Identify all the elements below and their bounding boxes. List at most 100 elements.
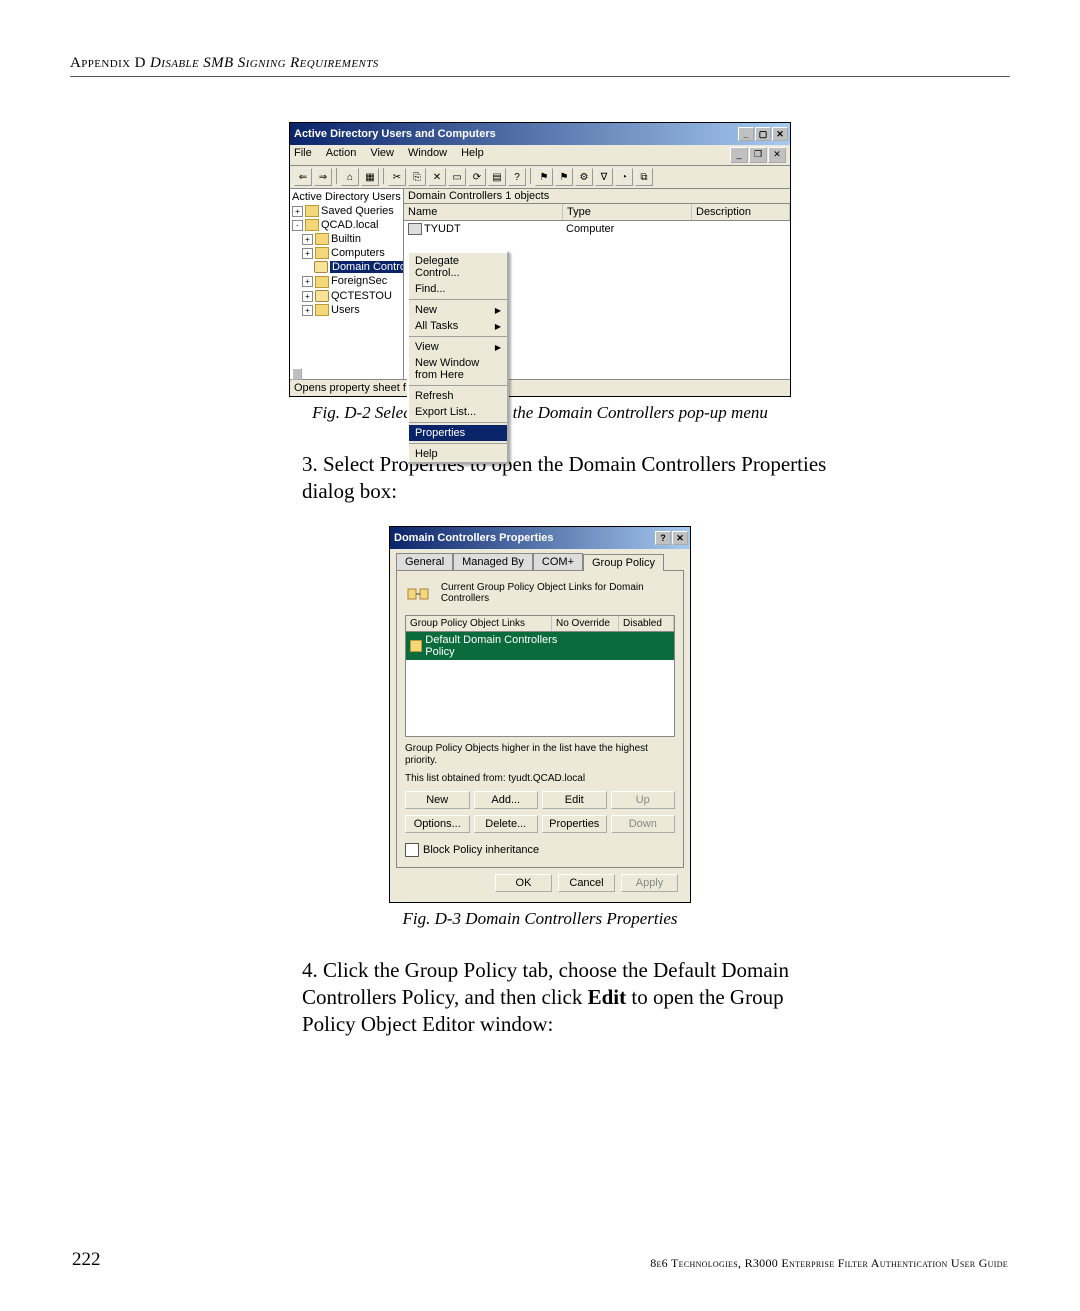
ctx-view[interactable]: View▶	[409, 339, 507, 355]
dcp-titlebar: Domain Controllers Properties ? ✕	[390, 527, 690, 549]
cancel-button[interactable]: Cancel	[558, 874, 615, 892]
tb-grid-icon[interactable]: ▦	[361, 168, 379, 186]
ctx-properties[interactable]: Properties	[409, 425, 507, 441]
ctx-help[interactable]: Help	[409, 446, 507, 462]
tb-help-icon[interactable]: ?	[508, 168, 526, 186]
tb-refr-icon[interactable]: ⟳	[468, 168, 486, 186]
menu-action[interactable]: Action	[326, 147, 357, 163]
add--button[interactable]: Add...	[474, 791, 539, 809]
tb-up-icon[interactable]: ⌂	[341, 168, 359, 186]
up-button[interactable]: Up	[611, 791, 676, 809]
tree-node-foreignsec[interactable]: +ForeignSec	[292, 275, 401, 287]
ctx-find-[interactable]: Find...	[409, 281, 507, 297]
col-type[interactable]: Type	[563, 204, 692, 220]
row-type: Computer	[562, 221, 690, 237]
menu-view[interactable]: View	[370, 147, 394, 163]
tb-e-icon[interactable]: ⧉	[635, 168, 653, 186]
mdi-minimize[interactable]: _	[730, 147, 748, 163]
tab-group-policy[interactable]: Group Policy	[583, 554, 664, 571]
ctx-new-window-from-here[interactable]: New Window from Here	[409, 355, 507, 383]
dcp-close-button[interactable]: ✕	[672, 531, 688, 545]
down-button[interactable]: Down	[611, 815, 676, 833]
tb-prop-icon[interactable]: ▭	[448, 168, 466, 186]
mdi-close[interactable]: ✕	[768, 147, 786, 163]
apply-button[interactable]: Apply	[621, 874, 678, 892]
group-policy-icon	[405, 581, 431, 605]
tab-general[interactable]: General	[396, 553, 453, 570]
ok-button[interactable]: OK	[495, 874, 552, 892]
menu-file[interactable]: File	[294, 147, 312, 163]
ctx-all-tasks[interactable]: All Tasks▶	[409, 318, 507, 334]
gpo-col-override[interactable]: No Override	[552, 616, 619, 631]
mdi-restore[interactable]: ❐	[749, 147, 767, 163]
new-button[interactable]: New	[405, 791, 470, 809]
tb-cut-icon[interactable]: ✂	[388, 168, 406, 186]
header-title: Disable SMB Signing Requirements	[150, 55, 379, 71]
col-name[interactable]: Name	[404, 204, 563, 220]
footer-right: 8e6 Technologies, R3000 Enterprise Filte…	[650, 1256, 1008, 1271]
tree-node-domain-controllers[interactable]: Domain Controllers	[292, 261, 401, 273]
gpo-row[interactable]: Default Domain Controllers Policy	[406, 632, 674, 660]
tree-node-computers[interactable]: +Computers	[292, 247, 401, 259]
tb-d-icon[interactable]: ◔	[615, 168, 633, 186]
tb-fwd-icon[interactable]: ⇒	[314, 168, 332, 186]
tb-copy-icon[interactable]: ⎘	[408, 168, 426, 186]
aduc-toolbar: ⇐ ⇒ ⌂ ▦ ✂ ⎘ ✕ ▭ ⟳ ▤ ? ⚑ ⚑ ⚙ ∇ ◔ ⧉	[290, 166, 790, 189]
tab-complus[interactable]: COM+	[533, 553, 583, 570]
gpo-col-disabled[interactable]: Disabled	[619, 616, 674, 631]
tb-back-icon[interactable]: ⇐	[294, 168, 312, 186]
menu-help[interactable]: Help	[461, 147, 484, 163]
step3-num: 3.	[302, 452, 318, 476]
step4-num: 4.	[302, 958, 318, 982]
block-inheritance-row[interactable]: Block Policy inheritance	[405, 843, 675, 857]
tb-a-icon[interactable]: ⚑	[535, 168, 553, 186]
options--button[interactable]: Options...	[405, 815, 470, 833]
fig-d2-caption: Fig. D-2 Select Properties in the Domain…	[312, 403, 768, 423]
tree-node-users[interactable]: +Users	[292, 304, 401, 316]
ctx-new[interactable]: New▶	[409, 302, 507, 318]
dcp-help-button[interactable]: ?	[655, 531, 671, 545]
panel-heading: Current Group Policy Object Links for Do…	[441, 582, 675, 604]
gpo-item-icon	[410, 640, 422, 652]
minimize-button[interactable]: _	[738, 127, 754, 141]
tree-node-builtin[interactable]: +Builtin	[292, 233, 401, 245]
dcp-tabs: General Managed By COM+ Group Policy	[396, 553, 684, 570]
tree-node-saved-queries[interactable]: +Saved Queries	[292, 205, 401, 217]
gpo-item-label: Default Domain Controllers Policy	[425, 634, 566, 658]
tb-list-icon[interactable]: ▤	[488, 168, 506, 186]
ctx-delegate-control-[interactable]: Delegate Control...	[409, 253, 507, 281]
h-scroll-thumb[interactable]	[292, 368, 302, 379]
tb-b-icon[interactable]: ⚑	[555, 168, 573, 186]
tree-node-qctestou[interactable]: +QCTESTOU	[292, 290, 401, 302]
ctx-refresh[interactable]: Refresh	[409, 388, 507, 404]
dcp-window: Domain Controllers Properties ? ✕ Genera…	[389, 526, 691, 903]
tb-c-icon[interactable]: ⚙	[575, 168, 593, 186]
folder-icon	[305, 219, 319, 231]
tab-panel: Current Group Policy Object Links for Do…	[396, 570, 684, 868]
tree-root[interactable]: Active Directory Users and Computers	[292, 191, 401, 203]
maximize-button[interactable]: ▢	[755, 127, 771, 141]
block-inheritance-checkbox[interactable]	[405, 843, 419, 857]
tree-node-qcad-local[interactable]: -QCAD.local	[292, 219, 401, 231]
delete--button[interactable]: Delete...	[474, 815, 539, 833]
tab-managed-by[interactable]: Managed By	[453, 553, 533, 570]
dcp-title: Domain Controllers Properties	[394, 532, 554, 544]
col-desc[interactable]: Description	[692, 204, 790, 220]
folder-icon	[315, 233, 329, 245]
figure-d3: Domain Controllers Properties ? ✕ Genera…	[70, 526, 1010, 929]
list-headers: Name Type Description	[404, 204, 790, 221]
ctx-export-list-[interactable]: Export List...	[409, 404, 507, 420]
tb-del-icon[interactable]: ✕	[428, 168, 446, 186]
menu-window[interactable]: Window	[408, 147, 447, 163]
properties-button[interactable]: Properties	[542, 815, 607, 833]
tb-filter-icon[interactable]: ∇	[595, 168, 613, 186]
step3-text: 3. Select Properties to open the Domain …	[302, 451, 842, 506]
list-row[interactable]: TYUDT Computer	[404, 221, 790, 237]
statusbar: Opens property sheet f	[290, 379, 790, 396]
gpo-help1: Group Policy Objects higher in the list …	[405, 743, 675, 767]
close-button[interactable]: ✕	[772, 127, 788, 141]
gpo-col-links[interactable]: Group Policy Object Links	[406, 616, 552, 631]
edit-button[interactable]: Edit	[542, 791, 607, 809]
ou-icon	[314, 261, 328, 273]
aduc-titlebar: Active Directory Users and Computers _ ▢…	[290, 123, 790, 145]
